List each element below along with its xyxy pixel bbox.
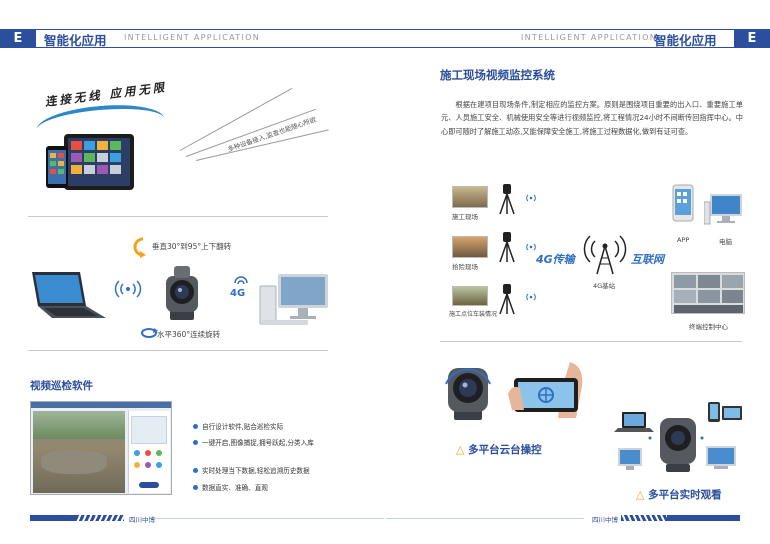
desktop-monitor-image [259, 274, 328, 325]
bullet-dot-icon [193, 424, 198, 429]
site-label-1: 施工现场 [452, 213, 478, 221]
bullet-item-4: 数据直实、准确、直观 [193, 483, 332, 493]
site-photo-3 [452, 286, 488, 306]
header-bottom-line-left [36, 47, 385, 48]
tripod-camera-icon-3 [499, 284, 515, 315]
site-label-2: 拾险现场 [452, 263, 478, 271]
signal-waves-icon-3 [526, 293, 536, 301]
horizontal-rotation-label: 水平360°连续旋转 [157, 330, 221, 339]
warning-triangle-icon: △ [636, 488, 645, 501]
left-divider-top [28, 216, 328, 217]
app-label: APP [677, 236, 690, 244]
signal-waves-icon-1 [526, 194, 536, 202]
horizontal-rotate-arrow-icon [141, 328, 158, 338]
header-letter-left: E [0, 29, 36, 48]
base-station-tower-icon [583, 235, 627, 275]
header-title-en-right: INTELLIGENT APPLICATION [521, 33, 658, 42]
footer-bar-right-solid [667, 515, 740, 521]
warning-triangle-icon: △ [456, 443, 465, 456]
software-screenshot [30, 401, 172, 495]
bullet-item-1: 自行设计软件,贴合巡检实际 [193, 422, 332, 432]
ptz-camera-large-image [445, 368, 491, 420]
header-bottom-line-right [385, 47, 734, 48]
ptz-control-label: △ 多平台云台操控 [456, 443, 542, 456]
base-station-label: 4G基站 [593, 282, 616, 290]
footer-line-right [386, 518, 584, 519]
footer-text-left: 四川中博 [129, 516, 155, 524]
vertical-rotate-arrow-icon [133, 237, 146, 258]
wireless-signal-left-icon [114, 280, 142, 298]
tripod-camera-icon-2 [499, 232, 515, 263]
pc-label: 电脑 [719, 238, 732, 246]
left-divider-bottom [28, 350, 328, 351]
laptop-image [32, 272, 106, 318]
software-title: 视频巡检软件 [30, 380, 93, 392]
hand-phone-control-image [508, 362, 583, 418]
header-title-en-left: INTELLIGENT APPLICATION [124, 33, 261, 42]
multi-device-image [614, 402, 742, 472]
footer-bar-right-stripes [621, 515, 669, 521]
footer-line-left [154, 518, 384, 519]
control-center-photo [671, 272, 745, 314]
smartphone-image [672, 184, 694, 222]
diagonal-caption: 多种设备接入,监查也能随心所欲 [226, 115, 318, 154]
cellular-signal-icon [234, 276, 248, 285]
site-label-3: 施工点位车装情况 [449, 311, 498, 318]
bullet-item-2: 一键开启,图像捕捉,拥号跃起,分类入库 [193, 438, 328, 448]
pc-monitor-image [704, 194, 742, 225]
ptz-camera-image [166, 266, 198, 320]
transfer-4g-label: 4G传输 [536, 253, 575, 266]
control-center-label: 终端控制中心 [689, 323, 728, 331]
site-photo-2 [452, 236, 488, 258]
site-photo-1 [452, 186, 488, 208]
tablet-phone-image [46, 134, 134, 190]
internet-label: 互联网 [631, 253, 664, 266]
right-section-title: 施工现场视频监控系统 [440, 68, 555, 82]
bullet-dot-icon [193, 485, 198, 490]
bullet-dot-icon [193, 440, 198, 445]
right-divider [440, 341, 742, 342]
footer-bar-left-stripes [76, 515, 124, 521]
vertical-rotation-label: 垂直30°到95°上下翻转 [152, 242, 232, 251]
realtime-view-label: △ 多平台实时观看 [636, 488, 722, 501]
right-description: 根据在建项目现场条件,制定相应的监控方案。原则是围绕项目重要的出入口、重要施工单… [441, 100, 743, 136]
bullet-item-3: 实时处理当下数据,轻松追溯历史数据 [193, 466, 336, 476]
bullet-dot-icon [193, 468, 198, 473]
diagonal-line-2 [185, 108, 316, 157]
footer-text-right: 四川中博 [592, 516, 618, 524]
header-letter-right: E [734, 29, 770, 48]
tripod-camera-icon-1 [499, 184, 515, 215]
